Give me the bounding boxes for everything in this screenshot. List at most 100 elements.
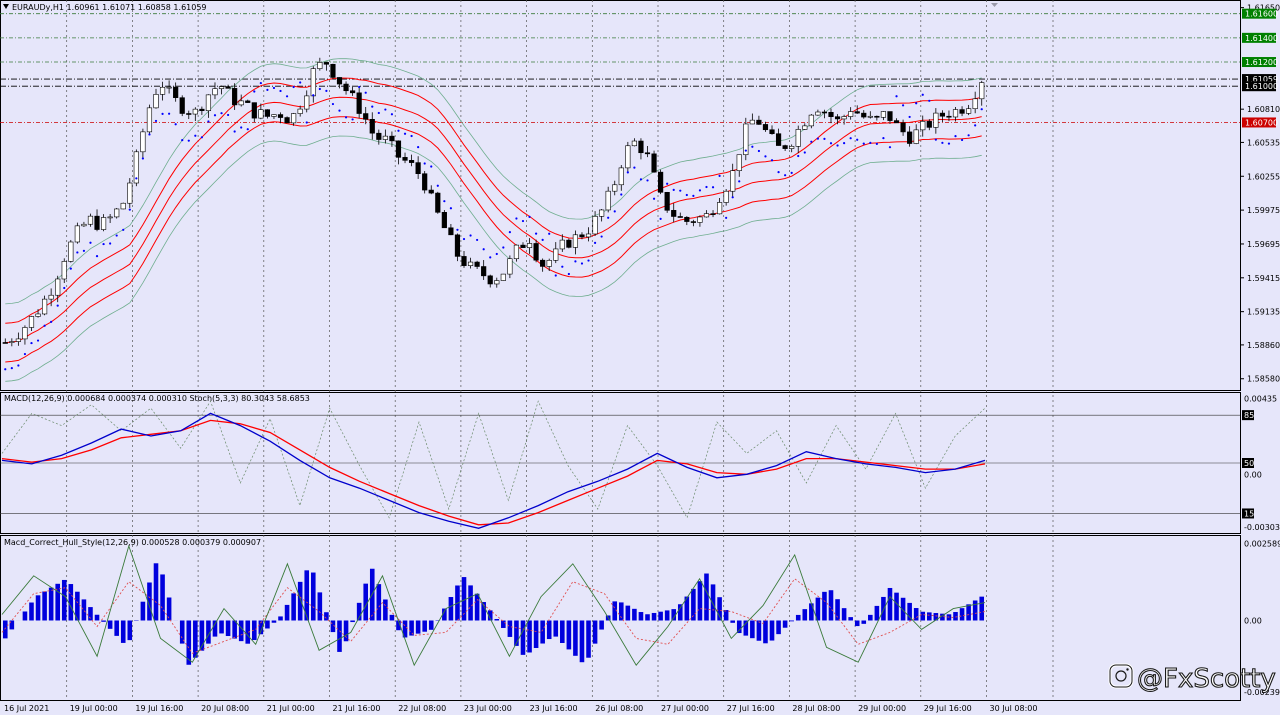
histogram-bar <box>448 597 454 621</box>
y-tick-label: 1.59695 <box>1247 240 1280 249</box>
candle-body <box>68 241 74 262</box>
candle-body <box>874 115 880 118</box>
candle-body <box>854 111 860 114</box>
sar-dot <box>43 324 46 327</box>
histogram-bar <box>22 611 28 621</box>
candle-body <box>690 221 696 223</box>
sar-dot <box>967 134 970 137</box>
trading-chart[interactable]: 16 Jul 2021 19 Jul 00:00 19 Jul 16:00 20 Ju… <box>0 0 1280 715</box>
y-tick-label: 1.58580 <box>1247 375 1280 384</box>
sar-dot <box>554 274 557 277</box>
histogram-bar <box>789 620 794 622</box>
candle-body <box>513 244 520 260</box>
candle-body <box>87 215 94 225</box>
sar-dot <box>305 121 308 124</box>
histogram-bar <box>343 620 349 642</box>
histogram-bar <box>29 602 34 621</box>
y-tick-label: 1.59975 <box>1247 206 1280 215</box>
candle-body <box>428 189 434 194</box>
candle-body <box>461 256 467 266</box>
candle-body <box>55 278 61 296</box>
sar-dot <box>56 304 59 307</box>
candle-body <box>218 86 225 89</box>
sar-dot <box>534 232 538 235</box>
candle-body <box>140 131 146 153</box>
sar-dot <box>122 228 125 231</box>
histogram-bar <box>120 620 126 643</box>
candle-body <box>310 68 316 97</box>
histogram-bar <box>140 601 146 621</box>
histogram-bar <box>763 620 768 644</box>
candle-body <box>913 129 919 144</box>
y-tick-label: 1.60810 <box>1247 105 1280 114</box>
histogram-bar <box>887 587 893 621</box>
histogram-bar <box>579 620 585 663</box>
histogram-bar <box>61 579 67 621</box>
x-tick-label: 19 Jul 00:00 <box>70 704 118 713</box>
sar-dot <box>856 138 859 141</box>
sar-dot <box>17 364 20 367</box>
sar-dot <box>803 151 806 154</box>
candle-body <box>2 342 8 344</box>
candle-body <box>245 100 251 103</box>
sar-dot <box>436 184 439 187</box>
sar-dot <box>593 241 597 245</box>
histogram-bar <box>284 604 290 621</box>
sar-dot <box>731 196 734 199</box>
candle-body <box>815 111 821 116</box>
histogram-bar <box>232 620 237 639</box>
sar-dot <box>253 90 256 93</box>
sar-dot <box>901 104 905 107</box>
price-pane[interactable] <box>0 0 1241 391</box>
sar-dot <box>279 89 282 93</box>
candle-body <box>28 316 35 328</box>
sar-dot <box>744 149 747 152</box>
sar-dot <box>895 95 898 98</box>
sar-dot <box>331 102 335 106</box>
sar-dot <box>4 368 7 371</box>
sar-dot <box>285 95 289 98</box>
sar-dot <box>705 185 708 189</box>
sar-dot <box>358 85 361 89</box>
candle-body <box>631 140 637 147</box>
sar-dot <box>115 234 118 237</box>
sar-dot <box>141 157 144 160</box>
x-tick-label: 27 Jul 16:00 <box>727 704 775 713</box>
x-tick-label: 30 Jul 08:00 <box>990 704 1038 713</box>
sar-dot <box>213 114 217 117</box>
sar-dot <box>882 137 885 140</box>
candle-body <box>644 152 651 155</box>
candle-body <box>448 227 454 236</box>
sar-dot <box>521 219 525 223</box>
histogram-bar <box>566 620 572 650</box>
sar-dot <box>548 232 551 235</box>
price-tag-label: 1.61400 <box>1245 34 1278 43</box>
sar-dot <box>751 145 754 148</box>
candle-body <box>585 233 592 238</box>
histogram-bar <box>101 620 106 622</box>
sar-dot <box>89 241 92 244</box>
candle-body <box>277 114 284 118</box>
histogram-bar <box>166 597 172 621</box>
sar-dot <box>718 174 721 177</box>
histogram-bar <box>337 620 342 652</box>
x-tick-label: 29 Jul 00:00 <box>858 704 906 713</box>
candle-body <box>572 234 579 248</box>
candle-body <box>146 107 153 133</box>
candle-body <box>553 248 559 261</box>
sar-dot <box>652 197 656 200</box>
histogram-bar <box>874 605 880 621</box>
candle-body <box>979 82 985 100</box>
sar-dot <box>292 85 295 89</box>
histogram-bar <box>920 611 926 621</box>
sar-dot <box>849 137 852 140</box>
candle-body <box>166 86 172 89</box>
osc-y-tick-label: 0.00435 <box>1244 395 1277 404</box>
y-tick-label: 1.59415 <box>1247 274 1280 283</box>
sar-dot <box>580 262 584 265</box>
sar-dot <box>574 260 577 263</box>
price-pane-title: EURAUDy,H1 1.60961 1.61071 1.60858 1.610… <box>12 3 207 12</box>
sar-dot <box>364 91 367 94</box>
candle-body <box>671 210 677 217</box>
candle-body <box>834 116 841 120</box>
